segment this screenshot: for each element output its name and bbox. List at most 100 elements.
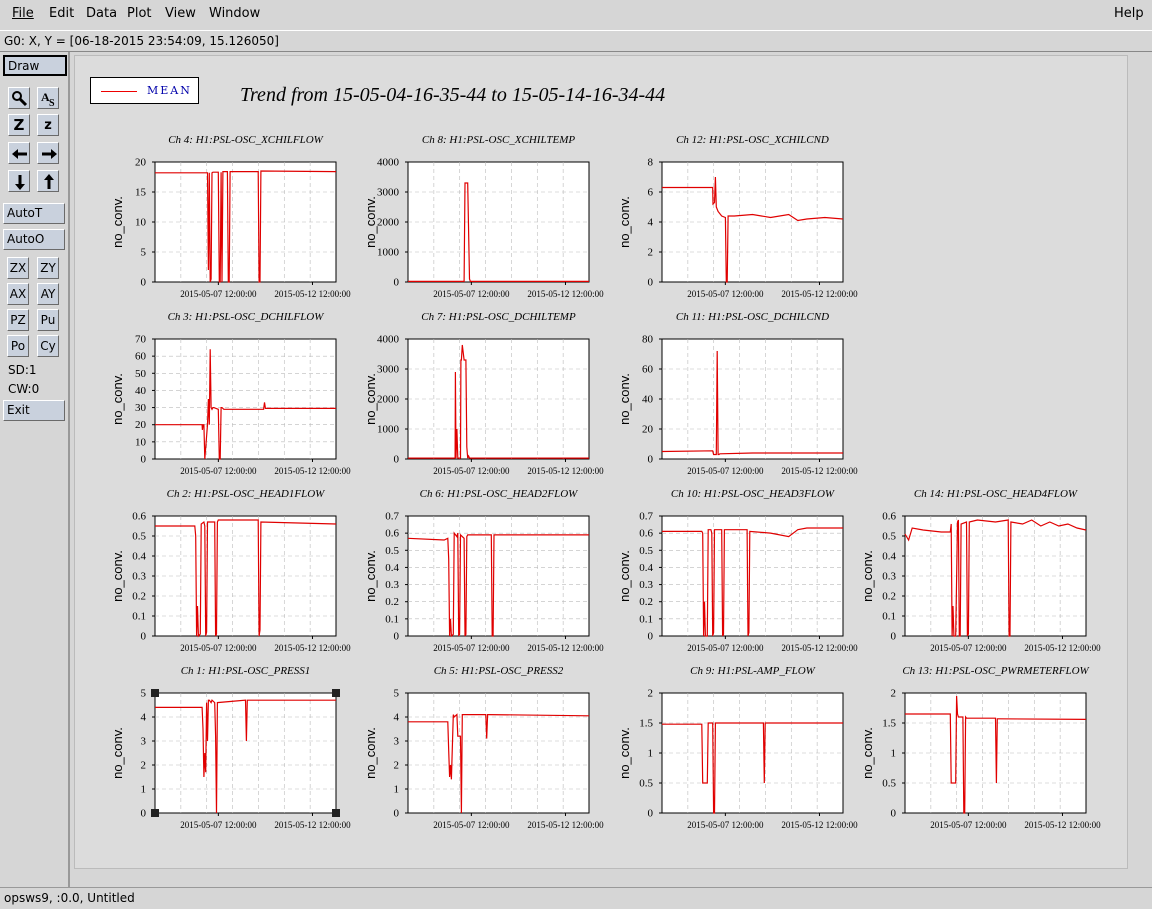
y-tick-label: 20 <box>135 419 147 431</box>
plot-area <box>154 161 337 283</box>
y-tick-label: 0.1 <box>385 613 399 625</box>
y-tick-label: 30 <box>135 402 147 414</box>
chart-panel-13: Ch 9: H1:PSL-AMP_FLOW 0 0.5 1 1.5 2 2015-05-07… <box>617 665 858 830</box>
y-tick-label: 0.4 <box>882 551 896 563</box>
y-tick-label: 0.4 <box>385 562 399 574</box>
x-tick-label: 2015-05-07 12:00:00 <box>180 643 257 653</box>
y-tick-label: 0.3 <box>132 571 146 583</box>
chart-panel-6: Ch 11: H1:PSL-OSC_DCHILCND 0 20 40 60 80 2015-… <box>617 311 858 476</box>
chart-panel-10: Ch 14: H1:PSL-OSC_HEAD4FLOW 0 0.1 0.2 0.3 0.4… <box>860 488 1101 653</box>
y-tick-label: 60 <box>642 364 654 376</box>
y-tick-label: 0 <box>394 277 400 289</box>
y-tick-label: 5 <box>394 688 400 700</box>
x-tick-label: 2015-05-07 12:00:00 <box>687 820 764 830</box>
x-tick-label: 2015-05-07 12:00:00 <box>433 643 510 653</box>
y-tick-label: 0.7 <box>639 511 653 523</box>
chart-title: Ch 11: H1:PSL-OSC_DCHILCND <box>676 311 829 323</box>
y-tick-label: 0.5 <box>639 545 653 557</box>
y-tick-label: 15 <box>135 187 147 199</box>
y-tick-label: 40 <box>642 394 654 406</box>
selection-handle <box>332 689 340 697</box>
plot-area <box>661 161 844 283</box>
y-tick-label: 0.5 <box>882 778 896 790</box>
y-tick-label: 1 <box>394 784 400 796</box>
y-tick-label: 0 <box>891 631 897 643</box>
x-tick-label: 2015-05-12 12:00:00 <box>274 643 351 653</box>
x-tick-label: 2015-05-12 12:00:00 <box>781 466 858 476</box>
chart-panel-1: Ch 4: H1:PSL-OSC_XCHILFLOW 0 5 10 15 20 2015-0… <box>110 134 351 299</box>
x-tick-label: 2015-05-12 12:00:00 <box>274 820 351 830</box>
y-tick-label: 10 <box>135 217 147 229</box>
y-axis-label: no_conv. <box>363 727 378 779</box>
x-tick-label: 2015-05-12 12:00:00 <box>527 289 604 299</box>
chart-panel-3: Ch 12: H1:PSL-OSC_XCHILCND 0 2 4 6 8 2015-05-0… <box>617 134 858 299</box>
selection-handle <box>151 689 159 697</box>
y-tick-label: 1000 <box>377 247 400 259</box>
chart-title: Ch 4: H1:PSL-OSC_XCHILFLOW <box>168 134 323 146</box>
chart-title: Ch 3: H1:PSL-OSC_DCHILFLOW <box>168 311 325 323</box>
plot-area <box>661 515 844 637</box>
plot-area <box>407 338 590 460</box>
chart-panel-2: Ch 8: H1:PSL-OSC_XCHILTEMP 0 1000 2000 3000 4… <box>363 134 604 299</box>
y-axis-label: no_conv. <box>363 373 378 425</box>
y-tick-label: 2 <box>141 760 147 772</box>
y-axis-label: no_conv. <box>110 727 125 779</box>
y-tick-label: 2000 <box>377 217 400 229</box>
y-tick-label: 0.1 <box>639 613 653 625</box>
y-tick-label: 0.1 <box>882 611 896 623</box>
y-axis-label: no_conv. <box>110 373 125 425</box>
x-tick-label: 2015-05-12 12:00:00 <box>527 820 604 830</box>
y-tick-label: 0.6 <box>385 528 399 540</box>
y-tick-label: 0.6 <box>132 511 146 523</box>
y-tick-label: 5 <box>141 247 147 259</box>
y-tick-label: 50 <box>135 368 147 380</box>
chart-title: Ch 13: H1:PSL-OSC_PWRMETERFLOW <box>902 665 1089 677</box>
y-tick-label: 4000 <box>377 334 400 346</box>
plot-area <box>407 161 590 283</box>
y-axis-label: no_conv. <box>860 550 875 602</box>
selection-handle <box>151 809 159 817</box>
trend-charts: Ch 4: H1:PSL-OSC_XCHILFLOW051015202015-0… <box>110 134 1101 830</box>
y-tick-label: 0.2 <box>385 596 399 608</box>
chart-title: Ch 5: H1:PSL-OSC_PRESS2 <box>434 665 564 677</box>
x-tick-label: 2015-05-07 12:00:00 <box>687 289 764 299</box>
y-tick-label: 3 <box>394 736 400 748</box>
chart-panel-5: Ch 7: H1:PSL-OSC_DCHILTEMP 0 1000 2000 3000 4… <box>363 311 604 476</box>
y-tick-label: 1 <box>648 748 654 760</box>
y-tick-label: 20 <box>642 424 654 436</box>
y-tick-label: 10 <box>135 436 147 448</box>
y-tick-label: 0.2 <box>639 596 653 608</box>
y-tick-label: 0.3 <box>385 579 399 591</box>
y-tick-label: 0 <box>891 808 897 820</box>
x-tick-label: 2015-05-07 12:00:00 <box>930 643 1007 653</box>
y-tick-label: 1.5 <box>882 718 896 730</box>
chart-panel-9: Ch 10: H1:PSL-OSC_HEAD3FLOW 0 0.1 0.2 0.3 0.4… <box>617 488 858 653</box>
y-tick-label: 0 <box>394 454 400 466</box>
y-tick-label: 3 <box>141 736 147 748</box>
y-tick-label: 0.5 <box>385 545 399 557</box>
y-tick-label: 40 <box>135 385 147 397</box>
y-tick-label: 5 <box>141 688 147 700</box>
y-tick-label: 70 <box>135 334 147 346</box>
plot-area <box>661 692 844 814</box>
y-tick-label: 8 <box>648 157 654 169</box>
x-tick-label: 2015-05-07 12:00:00 <box>687 466 764 476</box>
y-tick-label: 60 <box>135 351 147 363</box>
y-tick-label: 1.5 <box>639 718 653 730</box>
chart-panel-8: Ch 6: H1:PSL-OSC_HEAD2FLOW 0 0.1 0.2 0.3 0.4 0… <box>363 488 604 653</box>
y-tick-label: 20 <box>135 157 147 169</box>
y-axis-label: no_conv. <box>860 727 875 779</box>
y-tick-label: 80 <box>642 334 654 346</box>
chart-title: Ch 9: H1:PSL-AMP_FLOW <box>690 665 815 677</box>
y-tick-label: 4000 <box>377 157 400 169</box>
y-axis-label: no_conv. <box>363 196 378 248</box>
y-tick-label: 0.5 <box>639 778 653 790</box>
y-tick-label: 0 <box>648 631 654 643</box>
x-tick-label: 2015-05-07 12:00:00 <box>433 289 510 299</box>
y-tick-label: 1 <box>891 748 897 760</box>
plot-area <box>154 515 337 637</box>
status-bar: opsws9, :0.0, Untitled <box>0 887 1152 909</box>
y-tick-label: 0.6 <box>639 528 653 540</box>
y-tick-label: 0 <box>648 454 654 466</box>
y-tick-label: 0.5 <box>882 531 896 543</box>
